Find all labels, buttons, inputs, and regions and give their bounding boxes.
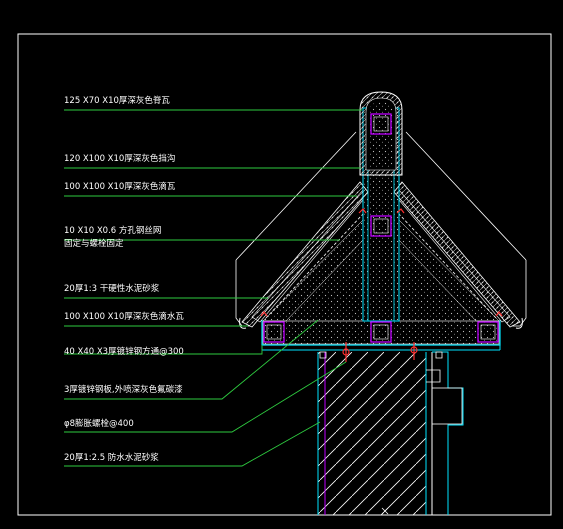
label-steel-plate: 3厚镀锌钢板,外喷深灰色氟碳漆 [64, 384, 183, 395]
label-drip-tile: 100 X100 X10厚深灰色滴瓦 [64, 181, 176, 192]
label-gutter-tile: 120 X100 X10厚深灰色挡沟 [64, 153, 175, 164]
mortar-band [262, 320, 500, 345]
label-expansion-bolt: φ8膨胀螺栓@400 [64, 418, 134, 429]
label-ridge-tile: 125 X70 X10厚深灰色脊瓦 [64, 95, 170, 106]
label-steel-mesh: 10 X10 X0.6 方孔钢丝网 [64, 225, 161, 236]
label-steel-tube: 40 X40 X3厚镀锌钢方通@300 [64, 346, 184, 357]
label-waterproof-mortar: 20厚1:2.5 防水水泥砂浆 [64, 452, 159, 463]
roof-ridge-section-drawing: 125 X70 X10厚深灰色脊瓦 120 X100 X10厚深灰色挡沟 100… [17, 33, 552, 516]
label-dry-mortar: 20厚1:3 干硬性水泥砂浆 [64, 283, 160, 294]
cad-drawing-viewport[interactable]: 125 X70 X10厚深灰色脊瓦 120 X100 X10厚深灰色挡沟 100… [0, 0, 563, 525]
wall-section [317, 351, 464, 515]
annotation-labels: 125 X70 X10厚深灰色脊瓦 120 X100 X10厚深灰色挡沟 100… [64, 95, 184, 463]
label-mesh-fixing: 固定与螺栓固定 [64, 238, 124, 249]
label-drip-water-tile: 100 X100 X10厚深灰色滴水瓦 [64, 311, 184, 322]
